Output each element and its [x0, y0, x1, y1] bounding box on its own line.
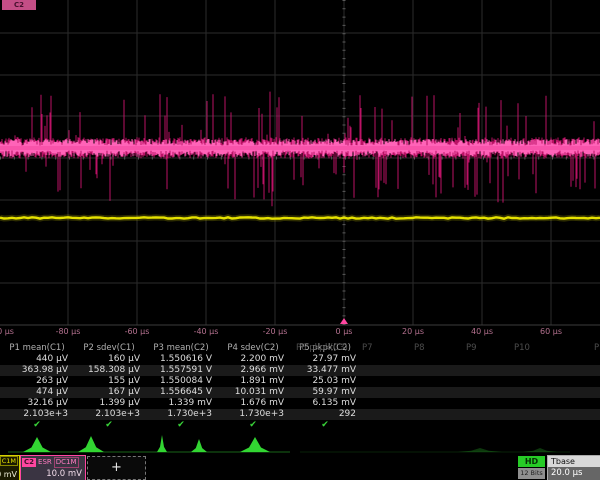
measure-param-header-unused[interactable]: P9	[466, 343, 477, 354]
measure-value-cell: 1.730e+3	[148, 409, 212, 420]
histicon	[458, 448, 502, 452]
c1-coupling-fragment: C1M	[0, 456, 18, 466]
measure-param-header[interactable]: P3 mean(C2)	[148, 343, 214, 354]
oscilloscope-screen: C2 -100 µs -80 µs -60 µs -40 µs -20 µs 0 µs 20…	[0, 0, 600, 480]
time-axis-label: -80 µs	[56, 327, 81, 336]
histicon	[523, 448, 557, 452]
measure-value-cell: 474 µV	[4, 387, 68, 398]
channel-descriptor-c2[interactable]: C2 ESR DC1M 10.0 mV	[20, 455, 86, 480]
histicon	[191, 439, 207, 452]
measure-param-header-unused[interactable]: P	[594, 343, 599, 354]
measure-value-cell: 59.97 mV	[292, 387, 356, 398]
measure-value-cell: 1.556645 V	[148, 387, 212, 398]
measure-param-header-unused[interactable]: P10	[514, 343, 530, 354]
measure-param-header-unused[interactable]: P8	[414, 343, 425, 354]
measure-value-cell: 1.399 µV	[76, 398, 140, 409]
hd-mode-badge[interactable]: HD	[518, 456, 545, 467]
c2-esr-badge: ESR	[38, 458, 52, 467]
histicon	[157, 435, 167, 452]
time-axis-label: 0 µs	[336, 327, 353, 336]
measure-value-cell: 2.103e+3	[4, 409, 68, 420]
measure-value-cell: 2.200 mV	[220, 354, 284, 365]
tbase-tdiv-value: 20.0 µs	[548, 467, 600, 479]
measure-param-header[interactable]: P2 sdev(C1)	[76, 343, 142, 354]
measure-value-cell: 10.031 mV	[220, 387, 284, 398]
time-axis-label: 60 µs	[540, 327, 562, 336]
annotation-badge: C2	[2, 0, 36, 10]
trigger-position-marker[interactable]	[340, 318, 348, 324]
measure-value-cell: 440 µV	[4, 354, 68, 365]
measure-value-cell: 292	[292, 409, 356, 420]
measure-param-header[interactable]: P4 sdev(C2)	[220, 343, 286, 354]
histicon	[23, 437, 51, 452]
measure-value-cell: 1.557591 V	[148, 365, 212, 376]
measure-table: P1 mean(C1) P2 sdev(C1) P3 mean(C2) P4 sdev…	[0, 342, 600, 431]
measure-value-cell: 2.966 mV	[220, 365, 284, 376]
measure-value-cell: 1.676 mV	[220, 398, 284, 409]
c2-channel-chip: C2	[22, 458, 36, 467]
measure-value-cell: 158.308 µV	[76, 365, 140, 376]
measure-value-cell: 1.550084 V	[148, 376, 212, 387]
measure-value-cell: 6.135 mV	[292, 398, 356, 409]
histicon	[78, 436, 104, 452]
plus-icon: +	[111, 460, 122, 475]
time-axis-label: -20 µs	[263, 327, 288, 336]
tbase-label: Tbase	[548, 456, 600, 467]
measure-value-cell: 160 µV	[76, 354, 140, 365]
histicon	[240, 437, 270, 452]
timebase-descriptor[interactable]: Tbase 20.0 µs	[547, 455, 600, 480]
measure-value-cell: 1.550616 V	[148, 354, 212, 365]
measure-value-cell: 32.16 µV	[4, 398, 68, 409]
c2-vdiv-value: 10.0 mV	[46, 469, 82, 479]
measure-value-cell: 167 µV	[76, 387, 140, 398]
measure-value-cell: 1.339 mV	[148, 398, 212, 409]
c1-trace	[0, 217, 600, 218]
measure-value-cell: 263 µV	[4, 376, 68, 387]
hd-bits-label: 12 Bits	[518, 468, 545, 479]
measure-param-header-unused[interactable]: P7	[362, 343, 373, 354]
waveform-grid	[0, 0, 600, 340]
c1-vdiv-fragment: 0 mV	[0, 470, 17, 479]
measure-param-header[interactable]: P1 mean(C1)	[4, 343, 70, 354]
measure-value-cell: 25.03 mV	[292, 376, 356, 387]
c2-coupling-badge: DC1M	[54, 457, 79, 468]
histicon-strip	[0, 428, 600, 455]
measure-value-cell: 1.891 mV	[220, 376, 284, 387]
measure-value-cell: 2.103e+3	[76, 409, 140, 420]
add-trace-button[interactable]: +	[87, 456, 146, 480]
time-axis-label: 20 µs	[402, 327, 424, 336]
measure-value-cell: 27.97 mV	[292, 354, 356, 365]
time-axis-label: 40 µs	[471, 327, 493, 336]
measure-value-cell: 155 µV	[76, 376, 140, 387]
measure-value-cell: 33.477 mV	[292, 365, 356, 376]
measure-value-cell: 1.730e+3	[220, 409, 284, 420]
measure-param-header-unused[interactable]: P6 pkpk(C3)	[296, 343, 348, 354]
time-axis: -100 µs -80 µs -60 µs -40 µs -20 µs 0 µs 20 µs…	[0, 325, 600, 339]
time-axis-label: -60 µs	[125, 327, 150, 336]
time-axis-label: -100 µs	[0, 327, 14, 336]
channel-descriptor-c1[interactable]: C1M 0 mV	[0, 455, 20, 480]
time-axis-label: -40 µs	[194, 327, 219, 336]
measure-value-cell: 363.98 µV	[4, 365, 68, 376]
